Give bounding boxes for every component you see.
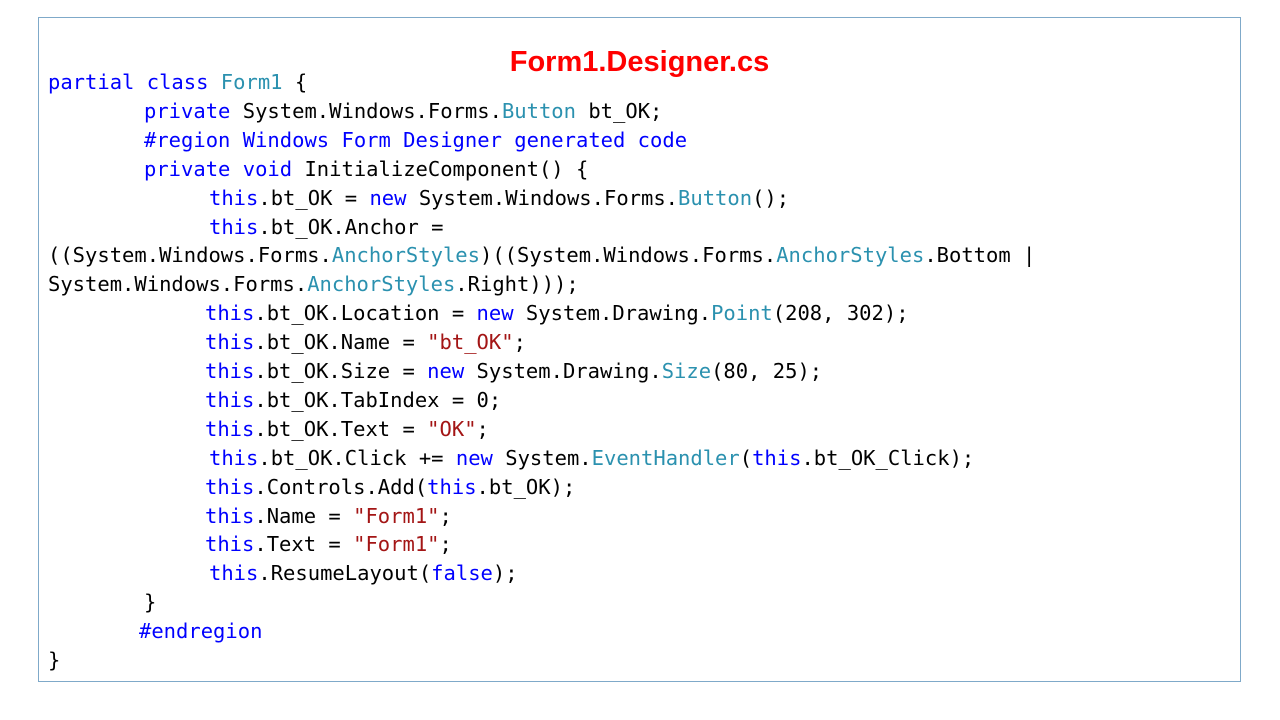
code-line: this.bt_OK.Location = new System.Drawing… bbox=[205, 299, 909, 328]
code-token: .bt_OK.TabIndex = 0; bbox=[254, 387, 502, 412]
code-line: #region Windows Form Designer generated … bbox=[144, 126, 687, 155]
code-token: .bt_OK_Click); bbox=[801, 445, 975, 470]
code-line: partial class Form1 { bbox=[48, 68, 307, 97]
code-line: private System.Windows.Forms.Button bt_O… bbox=[144, 97, 662, 126]
code-token: "Form1" bbox=[353, 503, 440, 528]
code-line: this.Name = "Form1"; bbox=[205, 502, 452, 531]
code-token: new bbox=[427, 359, 477, 383]
code-token: Button bbox=[678, 185, 753, 210]
code-token: .bt_OK.Name = bbox=[254, 330, 428, 355]
code-token: System.Drawing. bbox=[525, 301, 712, 326]
code-token: this bbox=[427, 474, 477, 499]
code-token: this bbox=[205, 330, 255, 355]
code-token: private void bbox=[144, 156, 305, 181]
code-token: new bbox=[476, 301, 526, 326]
code-token: new bbox=[369, 185, 419, 210]
code-token: partial class bbox=[48, 70, 221, 94]
code-token: ; bbox=[513, 330, 526, 355]
code-token: ; bbox=[439, 532, 452, 557]
code-token: AnchorStyles bbox=[331, 243, 480, 268]
code-token: ; bbox=[439, 503, 452, 528]
code-token: ((System.Windows.Forms. bbox=[48, 243, 332, 268]
code-token: this bbox=[209, 561, 259, 586]
code-token: bt_OK; bbox=[576, 98, 663, 123]
code-token: "OK" bbox=[427, 416, 477, 441]
code-token: AnchorStyles bbox=[776, 243, 925, 268]
code-line: } bbox=[144, 588, 156, 617]
code-token: Form1 bbox=[220, 70, 283, 94]
code-token: private bbox=[144, 98, 243, 123]
code-token: (208, 302); bbox=[772, 301, 909, 326]
code-token: ; bbox=[476, 416, 489, 441]
code-token: )((System.Windows.Forms. bbox=[479, 243, 777, 268]
code-token: .bt_OK = bbox=[258, 185, 370, 210]
code-token: EventHandler bbox=[591, 445, 740, 470]
code-token: .bt_OK); bbox=[476, 474, 576, 499]
code-token: .Controls.Add( bbox=[254, 474, 428, 499]
code-token: .bt_OK.Location = bbox=[254, 301, 477, 326]
code-line: this.bt_OK.Name = "bt_OK"; bbox=[205, 328, 526, 357]
code-token: .bt_OK.Click += bbox=[258, 445, 456, 470]
code-token: Point bbox=[711, 301, 773, 326]
code-token: System.Windows.Forms. bbox=[48, 272, 308, 297]
code-token: .Bottom | bbox=[924, 243, 1036, 268]
code-token: this bbox=[205, 503, 255, 528]
code-token: this bbox=[205, 532, 255, 557]
code-line: System.Windows.Forms.AnchorStyles.Right)… bbox=[48, 270, 579, 299]
code-token: "Form1" bbox=[353, 532, 440, 557]
code-token: (); bbox=[752, 185, 790, 210]
code-token: .bt_OK.Size = bbox=[254, 359, 428, 383]
code-token: this bbox=[205, 474, 255, 499]
code-token: AnchorStyles bbox=[307, 272, 456, 297]
code-line: private void InitializeComponent() { bbox=[144, 155, 588, 184]
code-line: #endregion bbox=[139, 617, 262, 646]
code-line: this.ResumeLayout(false); bbox=[209, 559, 518, 588]
code-line: this.Text = "Form1"; bbox=[205, 530, 452, 559]
code-line: this.bt_OK.Anchor = bbox=[209, 213, 444, 242]
code-token: ); bbox=[492, 561, 518, 586]
code-line: } bbox=[48, 646, 60, 675]
code-line: this.bt_OK.Text = "OK"; bbox=[205, 415, 489, 444]
code-token: new bbox=[455, 445, 506, 470]
code-token: this bbox=[205, 359, 255, 383]
code-line: this.bt_OK.Click += new System.EventHand… bbox=[209, 444, 974, 473]
code-token: .Name = bbox=[254, 503, 354, 528]
code-line: this.bt_OK.Size = new System.Drawing.Siz… bbox=[205, 357, 822, 386]
code-token: System. bbox=[505, 445, 592, 470]
code-line: this.bt_OK = new System.Windows.Forms.Bu… bbox=[209, 184, 789, 213]
code-token: this bbox=[205, 301, 255, 326]
code-token: System.Windows.Forms. bbox=[242, 98, 502, 123]
code-token: .bt_OK.Text = bbox=[254, 416, 428, 441]
code-token: } bbox=[48, 648, 61, 672]
code-token: this bbox=[209, 445, 259, 470]
code-token: this bbox=[752, 445, 802, 470]
code-line: ((System.Windows.Forms.AnchorStyles)((Sy… bbox=[48, 241, 1035, 270]
code-token: (80, 25); bbox=[711, 359, 823, 383]
code-token: Button bbox=[501, 98, 576, 123]
code-token: #endregion bbox=[139, 619, 263, 644]
code-token: #region Windows Form Designer generated … bbox=[144, 127, 688, 152]
code-token: this bbox=[205, 387, 255, 412]
code-token: false bbox=[431, 561, 493, 586]
code-token: } bbox=[144, 590, 157, 615]
code-token: Size bbox=[661, 359, 712, 383]
code-token: .Right))); bbox=[455, 272, 579, 297]
code-token: .bt_OK.Anchor = bbox=[258, 214, 444, 239]
code-token: { bbox=[282, 70, 308, 94]
code-line: this.bt_OK.TabIndex = 0; bbox=[205, 386, 501, 415]
code-line: this.Controls.Add(this.bt_OK); bbox=[205, 473, 575, 502]
code-token: .Text = bbox=[254, 532, 354, 557]
code-token: this bbox=[209, 185, 259, 210]
code-token: System.Drawing. bbox=[476, 359, 662, 383]
code-token: InitializeComponent() { bbox=[304, 156, 589, 181]
code-token: this bbox=[205, 416, 255, 441]
code-token: System.Windows.Forms. bbox=[418, 185, 679, 210]
code-token: .ResumeLayout( bbox=[258, 561, 432, 586]
code-token: ( bbox=[739, 445, 753, 470]
code-token: "bt_OK" bbox=[427, 330, 514, 355]
code-token: this bbox=[209, 214, 259, 239]
